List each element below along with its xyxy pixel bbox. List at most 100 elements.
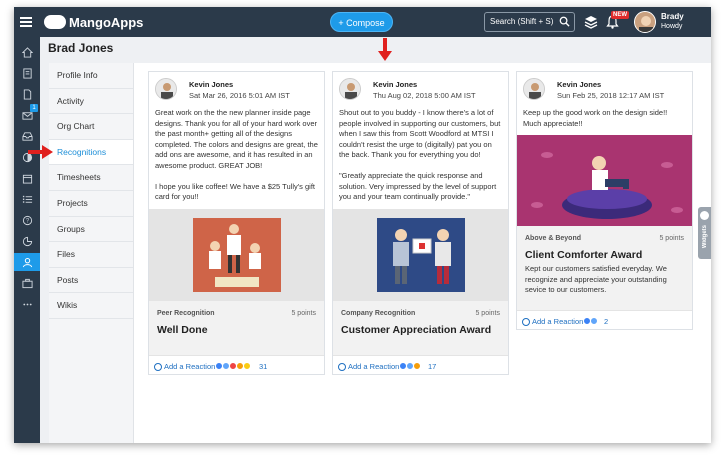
card-footer: Add a Reaction 2: [517, 310, 692, 330]
add-reaction-link[interactable]: Add a Reaction: [338, 362, 399, 371]
author-name[interactable]: Kevin Jones: [557, 80, 601, 89]
subnav-item-wikis[interactable]: Wikis: [49, 293, 133, 319]
award-type: Above & Beyond: [525, 235, 582, 242]
search-icon[interactable]: [559, 16, 570, 27]
help-icon[interactable]: ?: [14, 211, 40, 229]
reaction-emojis[interactable]: [215, 362, 251, 370]
calendar-icon[interactable]: [14, 169, 40, 187]
widgets-label: Widgets: [702, 225, 708, 249]
author-name[interactable]: Kevin Jones: [189, 80, 233, 89]
mail-count-badge: 1: [30, 104, 38, 112]
author-avatar[interactable]: [339, 78, 361, 100]
logo-text: MangoApps: [69, 14, 144, 30]
reaction-emojis[interactable]: [399, 362, 421, 370]
add-reaction-label: Add a Reaction: [348, 362, 400, 371]
subnav-item-activity[interactable]: Activity: [49, 89, 133, 115]
award-points: 5 points: [659, 235, 684, 242]
recognition-card: Kevin Jones Thu Aug 02, 2018 5:00 AM IST…: [332, 71, 509, 375]
award-illustration: [149, 209, 324, 301]
reaction-count[interactable]: 2: [604, 317, 608, 326]
reaction-count[interactable]: 17: [428, 362, 436, 371]
subnav-item-groups[interactable]: Groups: [49, 217, 133, 243]
subnav-item-projects[interactable]: Projects: [49, 191, 133, 217]
award-title: Well Done: [157, 324, 208, 336]
post-date: Sun Feb 25, 2018 12:17 AM IST: [557, 91, 665, 100]
card-footer: Add a Reaction 31: [149, 355, 324, 375]
card-header: Kevin Jones Sat Mar 26, 2016 5:01 AM IST: [149, 72, 324, 106]
chevron-left-icon: [700, 211, 709, 220]
analytics-icon[interactable]: [14, 232, 40, 250]
post-date: Thu Aug 02, 2018 5:00 AM IST: [373, 91, 476, 100]
annotation-arrow-right-icon: [28, 145, 53, 159]
search-placeholder: Search (Shift + S): [490, 17, 554, 26]
notification-new-badge: NEW: [611, 11, 629, 19]
subnav-item-files[interactable]: Files: [49, 242, 133, 268]
award-type: Peer Recognition: [157, 310, 215, 317]
award-description: Kept our customers satisfied everyday. W…: [525, 264, 667, 294]
author-avatar[interactable]: [155, 78, 177, 100]
widgets-tab[interactable]: Widgets: [698, 207, 711, 259]
award-panel: Peer Recognition 5 points Well Done: [149, 301, 324, 355]
subnav-item-profile-info[interactable]: Profile Info: [49, 63, 133, 89]
home-icon[interactable]: [14, 43, 40, 61]
profile-icon[interactable]: [14, 253, 40, 271]
wow-emoji-icon: [243, 362, 251, 370]
award-panel: Company Recognition 5 points Customer Ap…: [333, 301, 508, 355]
reaction-count[interactable]: 31: [259, 362, 267, 371]
subnav-item-recognitions[interactable]: Recognitions: [49, 139, 133, 166]
add-reaction-label: Add a Reaction: [164, 362, 216, 371]
laugh-emoji-icon: [413, 362, 421, 370]
post-date: Sat Mar 26, 2016 5:01 AM IST: [189, 91, 290, 100]
author-name[interactable]: Kevin Jones: [373, 80, 417, 89]
user-avatar[interactable]: [634, 11, 656, 33]
logo-cloud-icon: [44, 15, 66, 29]
mail-icon[interactable]: 1: [14, 104, 40, 124]
award-illustration: [517, 135, 692, 226]
recognition-message: Great work on the the new planner inside…: [155, 108, 318, 201]
recognition-message: Shout out to you buddy - I know there's …: [339, 108, 501, 201]
smile-icon: [522, 317, 530, 326]
inbox-icon[interactable]: [14, 127, 40, 145]
card-footer: Add a Reaction 17: [333, 355, 508, 375]
card-header: Kevin Jones Sun Feb 25, 2018 12:17 AM IS…: [517, 72, 692, 106]
reaction-emojis[interactable]: [583, 317, 598, 325]
tasks-icon[interactable]: [14, 190, 40, 208]
card-header: Kevin Jones Thu Aug 02, 2018 5:00 AM IST: [333, 72, 508, 106]
add-reaction-label: Add a Reaction: [532, 317, 584, 326]
mangoapps-logo[interactable]: MangoApps: [44, 13, 143, 31]
subnav-item-posts[interactable]: Posts: [49, 268, 133, 294]
award-panel: Above & Beyond 5 points Client Comforter…: [517, 226, 692, 310]
add-reaction-link[interactable]: Add a Reaction: [154, 362, 215, 371]
award-points: 5 points: [475, 310, 500, 317]
smile-icon: [338, 362, 346, 371]
svg-text:?: ?: [25, 218, 29, 224]
thumbs-emoji-icon: [590, 317, 598, 325]
award-title: Client Comforter Award: [525, 249, 643, 261]
document-icon[interactable]: [14, 85, 40, 103]
briefcase-icon[interactable]: [14, 274, 40, 292]
user-name[interactable]: Brady: [661, 12, 684, 21]
compose-button[interactable]: + Compose: [330, 12, 393, 32]
subnav-item-org-chart[interactable]: Org Chart: [49, 114, 133, 140]
annotation-arrow-down-icon: [378, 38, 392, 61]
top-bar: MangoApps + Compose Search (Shift + S) N…: [14, 7, 711, 37]
author-avatar[interactable]: [523, 78, 545, 100]
left-nav: 1 ?: [14, 37, 40, 443]
recognitions-content: Kevin Jones Sat Mar 26, 2016 5:01 AM IST…: [134, 63, 711, 443]
smile-icon: [154, 362, 162, 371]
add-reaction-link[interactable]: Add a Reaction: [522, 317, 583, 326]
more-icon[interactable]: [14, 295, 40, 313]
award-illustration: [333, 209, 508, 301]
layers-icon[interactable]: [584, 15, 598, 29]
user-status: Howdy: [661, 23, 683, 30]
feed-icon[interactable]: [14, 64, 40, 82]
award-type: Company Recognition: [341, 310, 416, 317]
recognition-message: Keep up the good work on the design side…: [523, 108, 668, 128]
app-window: MangoApps + Compose Search (Shift + S) N…: [14, 7, 711, 443]
profile-subnav: Profile Info Activity Org Chart Recognit…: [49, 63, 134, 443]
recognition-card: Kevin Jones Sun Feb 25, 2018 12:17 AM IS…: [516, 71, 693, 330]
recognition-card: Kevin Jones Sat Mar 26, 2016 5:01 AM IST…: [148, 71, 325, 375]
search-input[interactable]: Search (Shift + S): [484, 12, 575, 32]
subnav-item-timesheets[interactable]: Timesheets: [49, 165, 133, 191]
hamburger-menu-icon[interactable]: [18, 14, 34, 30]
